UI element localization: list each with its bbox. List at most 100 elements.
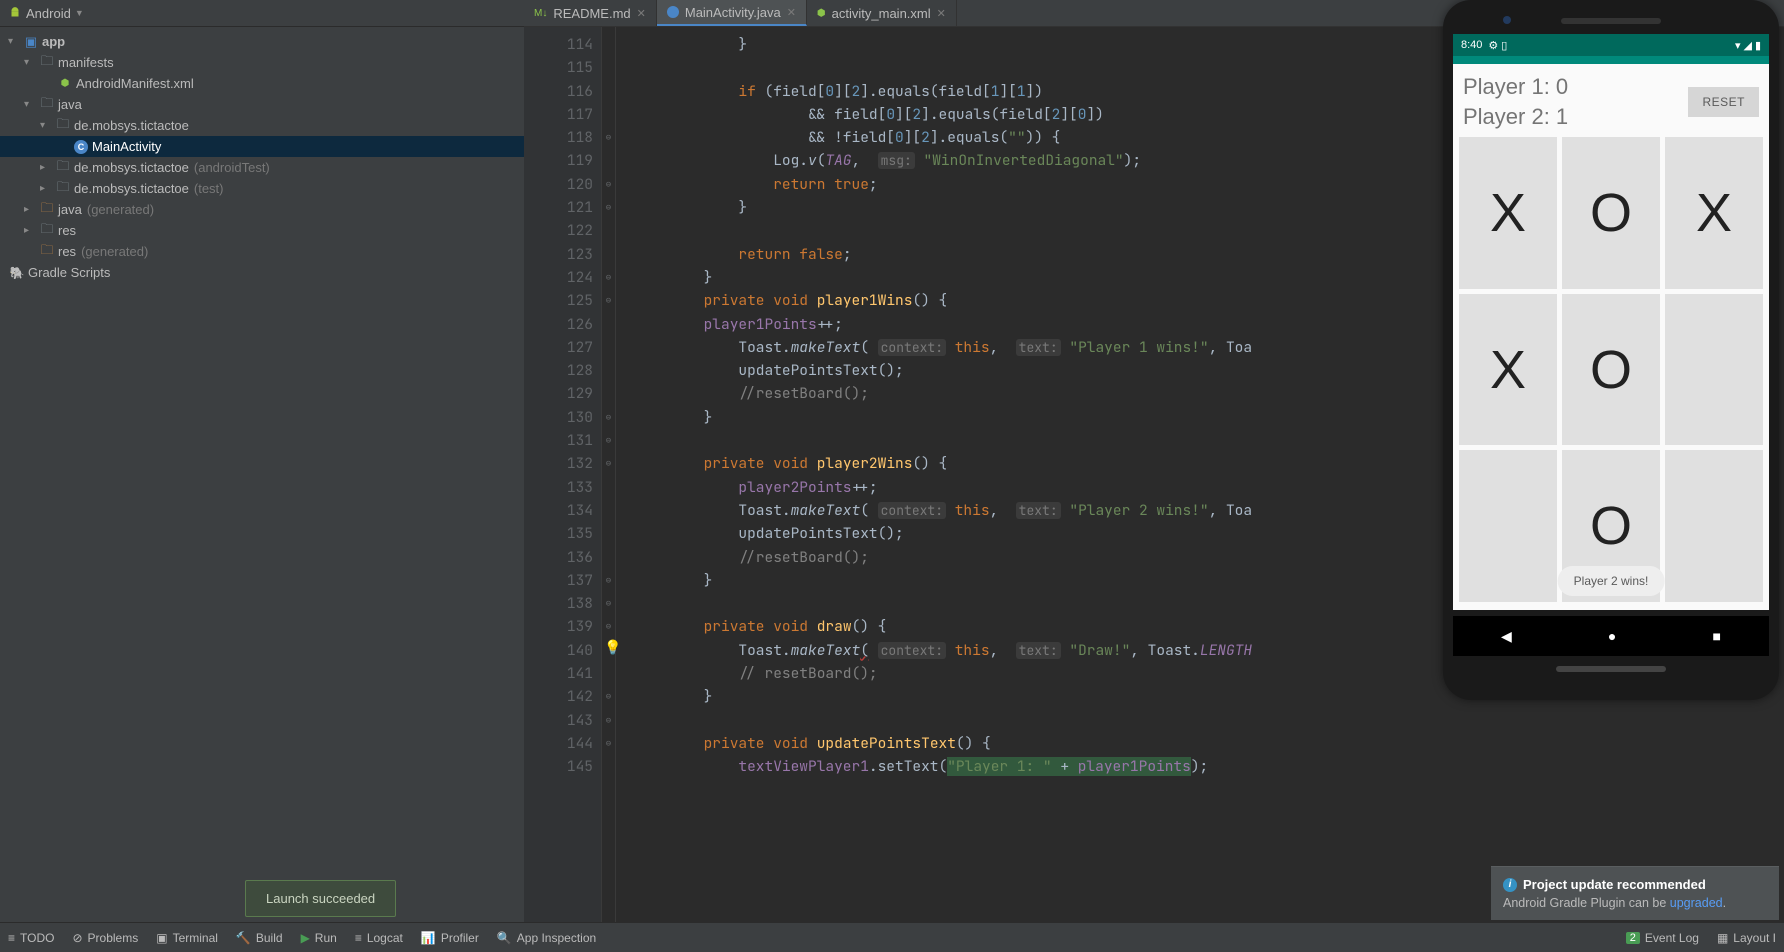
layout-icon: ▦: [1717, 931, 1728, 945]
generated-folder-icon: 🗀: [38, 199, 56, 221]
tree-res-generated[interactable]: 🗀res(generated): [0, 241, 524, 262]
battery-icon: ▮: [1755, 39, 1761, 52]
package-icon: 🗀: [54, 115, 72, 137]
markdown-file-icon: M↓: [534, 8, 547, 19]
nav-recents-icon[interactable]: ■: [1712, 628, 1720, 644]
list-icon: ≡: [8, 931, 15, 945]
tool-logcat[interactable]: ≡Logcat: [355, 931, 403, 945]
android-navbar: ◀ ● ■: [1453, 616, 1769, 656]
tool-profiler[interactable]: 📊Profiler: [421, 931, 479, 945]
inspection-icon: 🔍: [497, 931, 512, 945]
grid-cell-2[interactable]: X: [1665, 137, 1763, 289]
grid-cell-3[interactable]: X: [1459, 294, 1557, 446]
bottom-toolbar: ≡TODO ⊘Problems ▣Terminal 🔨Build ▶Run ≡L…: [0, 922, 1784, 952]
tool-terminal[interactable]: ▣Terminal: [156, 931, 218, 945]
project-panel: ▾▣app ▾🗀manifests ⬢AndroidManifest.xml ▾…: [0, 27, 524, 922]
player2-score: Player 2: 1: [1463, 102, 1568, 132]
module-icon: ▣: [22, 34, 40, 50]
grid-cell-5[interactable]: [1665, 294, 1763, 446]
logcat-icon: ≡: [355, 931, 362, 945]
android-emulator: 8:40 ⚙ ▯ ▾ ◢ ▮ Player 1: 0 Player 2: 1 R…: [1443, 0, 1779, 700]
folder-icon: 🗀: [38, 52, 56, 74]
tree-res[interactable]: ▸🗀res: [0, 220, 524, 241]
tree-androidmanifest[interactable]: ⬢AndroidManifest.xml: [0, 73, 524, 94]
status-time: 8:40: [1461, 39, 1482, 51]
tree-gradle-scripts[interactable]: 🐘Gradle Scripts: [0, 262, 524, 283]
nav-back-icon[interactable]: ◀: [1501, 628, 1512, 645]
profiler-icon: 📊: [421, 931, 436, 945]
tool-problems[interactable]: ⊘Problems: [72, 931, 138, 945]
wifi-icon: ▾: [1735, 39, 1741, 52]
package-icon: 🗀: [54, 157, 72, 179]
folder-icon: 🗀: [38, 220, 56, 242]
tool-layout-inspector[interactable]: ▦Layout I: [1717, 931, 1776, 945]
signal-icon: ◢: [1743, 39, 1751, 52]
xml-file-icon: ⬢: [817, 8, 826, 19]
hammer-icon: 🔨: [236, 931, 251, 945]
tool-run[interactable]: ▶Run: [301, 931, 337, 945]
phone-camera: [1503, 16, 1511, 24]
tree-package-androidtest[interactable]: ▸🗀de.mobsys.tictactoe(androidTest): [0, 157, 524, 178]
tab-readme[interactable]: M↓ README.md ✕: [524, 0, 657, 26]
gradle-icon: 🐘: [8, 266, 26, 280]
tool-build[interactable]: 🔨Build: [236, 931, 283, 945]
tree-mainactivity[interactable]: CMainActivity: [0, 136, 524, 157]
app-content: Player 1: 0 Player 2: 1 RESET X O X X O …: [1453, 64, 1769, 610]
tab-label: activity_main.xml: [832, 6, 931, 21]
tictactoe-grid: X O X X O O: [1457, 137, 1765, 602]
upgrade-link[interactable]: upgraded: [1670, 896, 1723, 910]
notification-title: Project update recommended: [1523, 877, 1706, 892]
intention-bulb-icon[interactable]: 💡: [604, 639, 621, 656]
tree-app[interactable]: ▾▣app: [0, 31, 524, 52]
reset-button[interactable]: RESET: [1688, 87, 1759, 117]
tree-java-generated[interactable]: ▸🗀java(generated): [0, 199, 524, 220]
event-count-badge: 2: [1626, 932, 1640, 944]
close-icon[interactable]: ✕: [637, 7, 646, 20]
close-icon[interactable]: ✕: [787, 6, 796, 19]
generated-folder-icon: 🗀: [38, 241, 56, 263]
grid-cell-1[interactable]: O: [1562, 137, 1660, 289]
tree-package-test[interactable]: ▸🗀de.mobsys.tictactoe(test): [0, 178, 524, 199]
emulator-screen[interactable]: 8:40 ⚙ ▯ ▾ ◢ ▮ Player 1: 0 Player 2: 1 R…: [1453, 34, 1769, 610]
package-icon: 🗀: [54, 178, 72, 200]
tree-manifests[interactable]: ▾🗀manifests: [0, 52, 524, 73]
tab-activity-main-xml[interactable]: ⬢ activity_main.xml ✕: [807, 0, 957, 26]
warning-icon: ⊘: [72, 931, 82, 945]
terminal-icon: ▣: [156, 931, 167, 945]
phone-speaker: [1561, 18, 1661, 24]
status-bar: 8:40 ⚙ ▯ ▾ ◢ ▮: [1453, 34, 1769, 56]
android-icon: [8, 6, 22, 20]
toast-message: Player 2 wins!: [1558, 566, 1665, 596]
grid-cell-0[interactable]: X: [1459, 137, 1557, 289]
play-icon: ▶: [301, 931, 310, 945]
tool-todo[interactable]: ≡TODO: [8, 931, 54, 945]
folder-icon: 🗀: [38, 94, 56, 116]
gear-icon: ⚙: [1488, 39, 1498, 52]
tree-package-main[interactable]: ▾🗀de.mobsys.tictactoe: [0, 115, 524, 136]
xml-file-icon: ⬢: [56, 78, 74, 89]
fold-gutter: ⊖⊖⊖⊖⊖⊖⊖⊖⊖⊖⊖⊖⊖⊖: [602, 27, 616, 922]
tab-label: README.md: [553, 6, 630, 21]
stack-icon: ▯: [1501, 39, 1507, 52]
info-icon: i: [1503, 878, 1517, 892]
tool-event-log[interactable]: 2Event Log: [1626, 931, 1699, 945]
class-icon: C: [74, 140, 88, 154]
class-icon: [667, 6, 679, 18]
grid-cell-8[interactable]: [1665, 450, 1763, 602]
line-number-gutter: 1141151161171181191201211221231241251261…: [524, 27, 602, 922]
project-view-label: Android: [26, 6, 71, 21]
app-bar: [1453, 56, 1769, 64]
notification-balloon[interactable]: i Project update recommended Android Grad…: [1491, 866, 1779, 920]
tool-app-inspection[interactable]: 🔍App Inspection: [497, 931, 596, 945]
nav-home-icon[interactable]: ●: [1608, 628, 1616, 644]
notification-body: Android Gradle Plugin can be upgraded.: [1503, 896, 1767, 910]
grid-cell-6[interactable]: [1459, 450, 1557, 602]
score-labels: Player 1: 0 Player 2: 1: [1463, 72, 1568, 131]
tab-mainactivity[interactable]: MainActivity.java ✕: [657, 0, 807, 26]
grid-cell-4[interactable]: O: [1562, 294, 1660, 446]
close-icon[interactable]: ✕: [937, 7, 946, 20]
tree-java[interactable]: ▾🗀java: [0, 94, 524, 115]
project-view-selector[interactable]: Android ▼: [8, 6, 84, 21]
phone-home-indicator: [1556, 666, 1666, 672]
player1-score: Player 1: 0: [1463, 72, 1568, 102]
